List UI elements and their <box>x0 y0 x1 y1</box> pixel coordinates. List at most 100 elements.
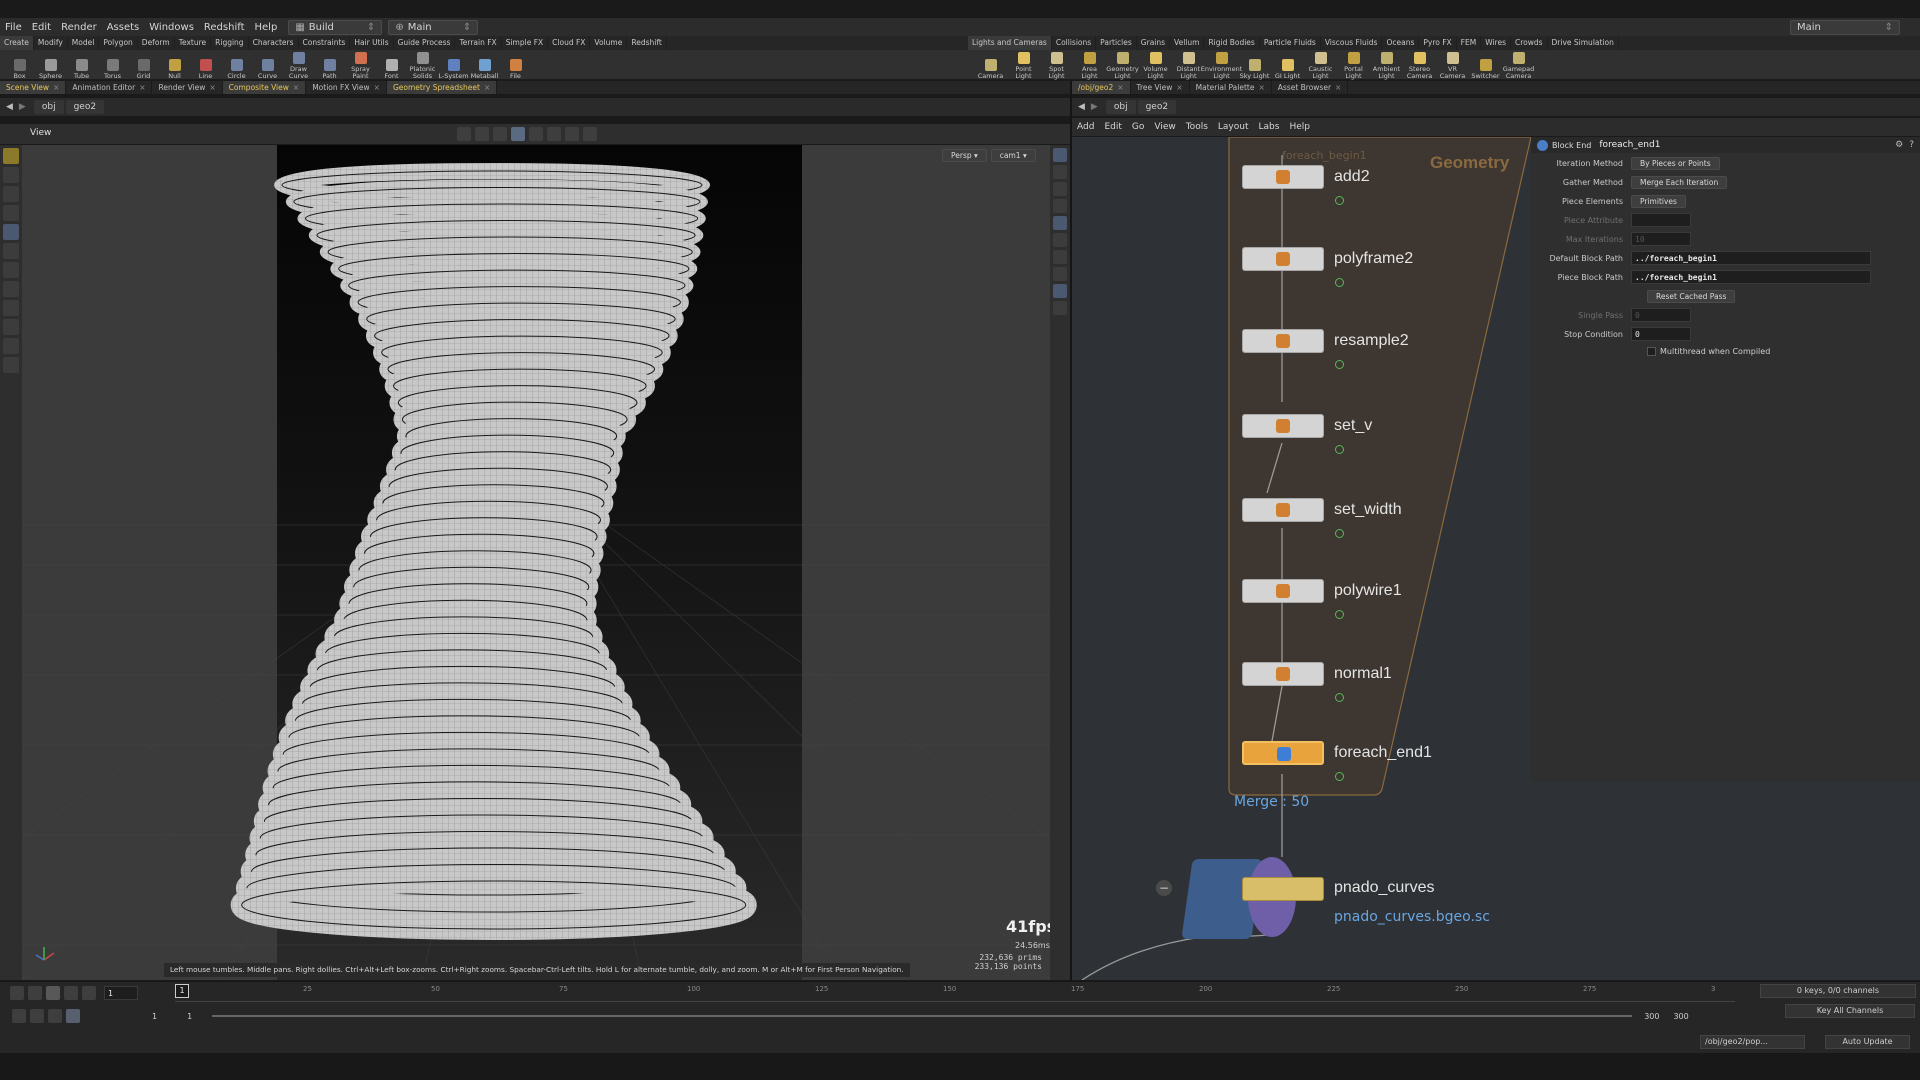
node-flag-icon[interactable] <box>1335 196 1344 205</box>
step-back-icon[interactable] <box>28 986 42 1000</box>
node-name-field[interactable]: foreach_end1 <box>1599 140 1660 150</box>
lock-camera-icon[interactable] <box>1053 182 1067 196</box>
shelf-tab[interactable]: Particle Fluids <box>1260 36 1321 50</box>
back-arrow-icon[interactable]: ◀ <box>6 102 13 112</box>
param-menu[interactable]: Merge Each Iteration <box>1631 175 1728 189</box>
net-menu-layout[interactable]: Layout <box>1213 122 1254 132</box>
network-node[interactable] <box>1242 498 1324 522</box>
scale-tool-icon[interactable] <box>3 262 19 278</box>
jump-start-icon[interactable] <box>10 986 24 1000</box>
shelf-tab[interactable]: Terrain FX <box>455 36 502 50</box>
shelf-tab[interactable]: Grains <box>1137 36 1171 50</box>
pane-tab[interactable]: /obj/geo2 × <box>1072 81 1131 94</box>
camera-tool-icon[interactable] <box>3 357 19 373</box>
net-menu-edit[interactable]: Edit <box>1099 122 1126 132</box>
grid-display-icon[interactable] <box>1053 284 1067 298</box>
timeline-ruler[interactable]: 12550751001251501752002252502753 1 <box>175 984 1735 1002</box>
jump-end-icon[interactable] <box>82 986 96 1000</box>
close-icon[interactable]: × <box>293 83 299 92</box>
shelf-tab[interactable]: Pyro FX <box>1419 36 1457 50</box>
realtime-toggle-icon[interactable] <box>12 1009 26 1023</box>
pane-tab[interactable]: Motion FX View × <box>306 81 387 94</box>
shelf-tab[interactable]: Viscous Fluids <box>1321 36 1383 50</box>
shelf-tool[interactable]: GI Light <box>1271 50 1304 80</box>
net-path-obj[interactable]: obj <box>1105 100 1136 114</box>
right-desktop-select[interactable]: Main ⇕ <box>1790 19 1900 35</box>
shelf-tool[interactable]: L-System <box>438 50 469 80</box>
desktop-select[interactable]: ▦ Build ⇕ <box>288 19 383 35</box>
menu-windows[interactable]: Windows <box>144 22 199 33</box>
path-obj[interactable]: obj <box>33 100 64 114</box>
display-option-7-icon[interactable] <box>565 127 579 141</box>
net-forward-arrow-icon[interactable]: ▶ <box>1091 102 1098 112</box>
rotate-tool-icon[interactable] <box>3 243 19 259</box>
path-geo[interactable]: geo2 <box>65 100 105 114</box>
shelf-tab[interactable]: Redshift <box>627 36 667 50</box>
shelf-tool[interactable]: Sphere <box>35 50 66 80</box>
pose-tool-icon[interactable] <box>3 186 19 202</box>
help-icon[interactable]: ? <box>1909 140 1914 150</box>
shelf-tool[interactable]: Portal Light <box>1337 50 1370 80</box>
range-start[interactable]: 1 <box>152 1012 157 1021</box>
shelf-tool[interactable]: Draw Curve <box>283 50 314 80</box>
shelf-tool[interactable]: Line <box>190 50 221 80</box>
pane-tab[interactable]: Material Palette × <box>1190 81 1272 94</box>
point-display-icon[interactable] <box>1053 233 1067 247</box>
key-all-channels[interactable]: Key All Channels <box>1785 1004 1915 1018</box>
shelf-tool[interactable]: Spray Paint <box>345 50 376 80</box>
net-menu-go[interactable]: Go <box>1127 122 1149 132</box>
node-flag-icon[interactable] <box>1335 278 1344 287</box>
shelf-tab[interactable]: Crowds <box>1511 36 1548 50</box>
display-option-8-icon[interactable] <box>583 127 597 141</box>
net-menu-labs[interactable]: Labs <box>1254 122 1285 132</box>
network-editor[interactable]: Geometry foreach_begin1 add2 polyframe2 re… <box>1072 137 1531 980</box>
shelf-tab[interactable]: Texture <box>175 36 212 50</box>
display-option-6-icon[interactable] <box>547 127 561 141</box>
pane-tab[interactable]: Composite View × <box>222 81 307 94</box>
handle-tool-icon[interactable] <box>3 167 19 183</box>
net-menu-add[interactable]: Add <box>1072 122 1099 132</box>
stop-icon[interactable] <box>46 986 60 1000</box>
node-flag-icon[interactable] <box>1335 772 1344 781</box>
pane-tab[interactable]: Asset Browser × <box>1272 81 1349 94</box>
shelf-tool[interactable]: Font <box>376 50 407 80</box>
snap-tool-icon[interactable] <box>3 281 19 297</box>
shelf-tab[interactable]: Vellum <box>1170 36 1205 50</box>
shelf-tab[interactable]: FEM <box>1457 36 1482 50</box>
shelf-tool[interactable]: Geometry Light <box>1106 50 1139 80</box>
shelf-tool[interactable]: Camera <box>974 50 1007 80</box>
shading-icon[interactable] <box>1053 216 1067 230</box>
range-start-2[interactable]: 1 <box>187 1012 192 1021</box>
shelf-tool[interactable]: Path <box>314 50 345 80</box>
wireframe-icon[interactable] <box>1053 165 1067 179</box>
camera-menu[interactable]: cam1 ▾ <box>990 149 1036 162</box>
display-option-3-icon[interactable] <box>493 127 507 141</box>
net-back-arrow-icon[interactable]: ◀ <box>1078 102 1085 112</box>
shelf-tab[interactable]: Wires <box>1481 36 1511 50</box>
network-node[interactable] <box>1242 247 1324 271</box>
param-value-field[interactable]: 10 <box>1631 232 1691 246</box>
menu-redshift[interactable]: Redshift <box>199 22 250 33</box>
node-flag-icon[interactable] <box>1335 445 1344 454</box>
network-node[interactable] <box>1242 741 1324 765</box>
param-path-field[interactable]: ../foreach_begin1 <box>1631 270 1871 284</box>
shelf-tool[interactable]: Tube <box>66 50 97 80</box>
net-menu-tools[interactable]: Tools <box>1181 122 1213 132</box>
shelf-tab[interactable]: Volume <box>590 36 628 50</box>
lock-tool-icon[interactable] <box>3 224 19 240</box>
range-slider[interactable] <box>212 1015 1633 1017</box>
magnet-tool-icon[interactable] <box>3 338 19 354</box>
param-path-field[interactable]: ../foreach_begin1 <box>1631 251 1871 265</box>
shelf-tab[interactable]: Create <box>0 36 34 50</box>
shelf-tab[interactable]: Particles <box>1096 36 1137 50</box>
display-toggle-icon[interactable] <box>1053 148 1067 162</box>
snapshot-icon[interactable] <box>1053 301 1067 315</box>
network-node[interactable] <box>1242 329 1324 353</box>
shelf-tool[interactable]: Platonic Solids <box>407 50 438 80</box>
shelf-tab[interactable]: Polygon <box>99 36 138 50</box>
shelf-tab[interactable]: Model <box>68 36 100 50</box>
close-icon[interactable]: × <box>1176 83 1182 92</box>
node-flag-icon[interactable] <box>1335 529 1344 538</box>
shelf-tab[interactable]: Rigid Bodies <box>1204 36 1260 50</box>
shelf-tool[interactable]: Switcher <box>1469 50 1502 80</box>
